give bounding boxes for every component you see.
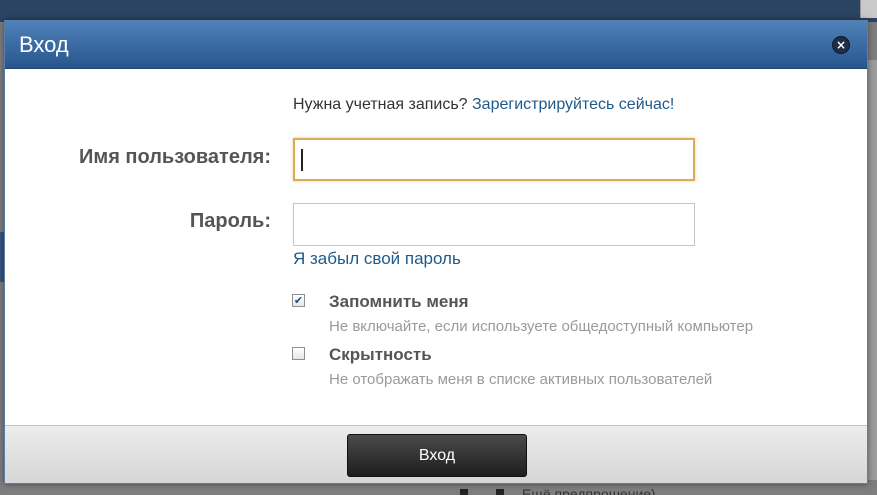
signup-link[interactable]: Зарегистрируйтесь сейчас! bbox=[472, 96, 674, 113]
background-header bbox=[0, 0, 877, 22]
login-dialog: Вход × Нужна учетная запись? Зарегистрир… bbox=[4, 20, 868, 484]
signup-prompt: Нужна учетная запись? bbox=[293, 96, 468, 113]
password-label: Пароль: bbox=[189, 210, 271, 232]
background-square bbox=[460, 489, 468, 495]
hidden-mode-hint: Не отображать меня в списке активных пол… bbox=[329, 371, 713, 388]
background-text: Ещё предпрошение) bbox=[522, 486, 656, 495]
hidden-mode-label: Скрытность bbox=[329, 345, 432, 364]
remember-me-label: Запомнить меня bbox=[329, 292, 469, 311]
background-corner-box bbox=[860, 0, 877, 18]
background-square bbox=[496, 489, 504, 495]
signup-prompt-line: Нужна учетная запись? Зарегистрируйтесь … bbox=[293, 96, 674, 114]
username-label: Имя пользователя: bbox=[79, 146, 271, 168]
close-icon[interactable]: × bbox=[832, 36, 850, 54]
hidden-mode-checkbox[interactable] bbox=[292, 347, 305, 360]
password-field[interactable] bbox=[293, 203, 695, 246]
username-field[interactable] bbox=[293, 138, 695, 181]
background-right-panel bbox=[868, 60, 877, 480]
dialog-footer: Вход bbox=[5, 425, 867, 483]
dialog-titlebar: Вход × bbox=[5, 21, 867, 69]
remember-me-hint: Не включайте, если используете общедосту… bbox=[329, 318, 754, 335]
login-submit-button[interactable]: Вход bbox=[347, 434, 527, 477]
remember-me-checkbox[interactable]: ✔ bbox=[292, 294, 305, 307]
dialog-title: Вход bbox=[19, 32, 69, 57]
forgot-password-link[interactable]: Я забыл свой пароль bbox=[293, 249, 461, 269]
text-caret bbox=[301, 149, 303, 171]
